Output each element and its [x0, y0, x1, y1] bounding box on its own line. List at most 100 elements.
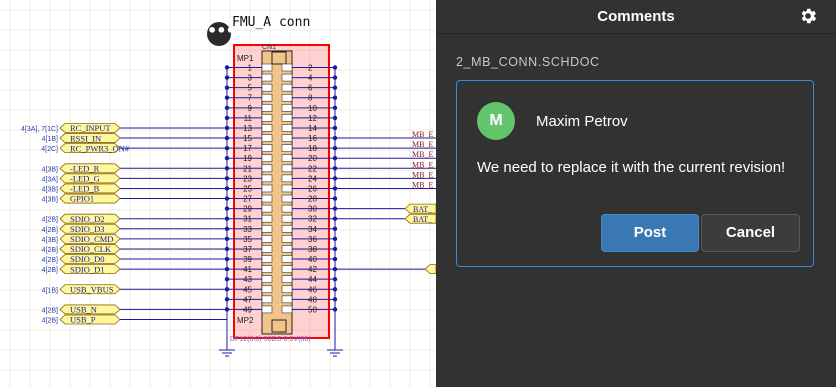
junction-dot [332, 105, 338, 111]
pin-pad [281, 164, 293, 173]
pin-pad [281, 63, 293, 72]
pin-number: 18 [308, 144, 317, 153]
mount-pin-label: MP1 [237, 54, 254, 63]
pin-number: 2 [308, 64, 313, 73]
panel-title: Comments [597, 8, 675, 25]
comment-text[interactable]: We need to replace it with the current r… [477, 156, 797, 179]
pin-number: 9 [248, 104, 253, 113]
pin-pad [261, 73, 273, 82]
pin-number: 33 [243, 225, 252, 234]
port-sheet-ref: 4[1B] [42, 136, 58, 143]
net-label: SDIO_D0 [70, 254, 104, 264]
pin-pad [261, 104, 273, 112]
pin-pad [261, 144, 273, 152]
pin-number: 26 [308, 184, 317, 193]
pin-pad [281, 214, 293, 223]
pin-number: 4 [308, 74, 313, 83]
pin-pad [261, 214, 273, 223]
junction-dot [332, 297, 338, 302]
net-label: USB_P [70, 315, 96, 325]
port-sheet-ref: 4[2C] [41, 146, 58, 153]
port-sheet-ref: 4[3B] [42, 186, 58, 193]
junction-dot [224, 65, 230, 70]
port-sheet-ref: 4[3A] [42, 176, 58, 183]
junction-dot [332, 125, 338, 131]
junction-dot [224, 105, 230, 111]
pin-pad [281, 184, 293, 193]
net-label: SDIO_D2 [70, 214, 104, 224]
pin-pad [261, 124, 273, 132]
pin-pad [261, 174, 273, 183]
pin-number: 27 [243, 195, 252, 204]
comments-panel: Comments 2_MB_CONN.SCHDOC M Maxim Petrov… [436, 0, 836, 387]
pin-number: 19 [243, 154, 252, 163]
pin-number: 30 [308, 205, 317, 214]
net-label: SDIO_CMD [70, 234, 113, 244]
pin-pad [281, 114, 293, 122]
pin-number: 35 [243, 235, 252, 244]
junction-dot [332, 256, 338, 262]
junction-dot [332, 75, 338, 80]
pin-number: 45 [243, 285, 252, 294]
junction-dot [224, 115, 230, 121]
pin-pad [281, 265, 293, 273]
pin-number: 40 [308, 255, 317, 264]
pin-pad [281, 224, 293, 233]
reference-designator: CN1 [262, 44, 276, 51]
pin-pad [261, 63, 273, 72]
net-label: USB_N [70, 305, 97, 315]
gear-icon[interactable] [798, 6, 818, 26]
pin-number: 20 [308, 154, 317, 163]
net-label: MB_E [412, 180, 433, 189]
pin-number: 42 [308, 265, 317, 274]
comment-card: M Maxim Petrov We need to replace it wit… [456, 80, 814, 267]
junction-dot [224, 85, 230, 90]
avatar: M [477, 102, 515, 140]
pin-pad [281, 255, 293, 263]
pin-number: 8 [308, 94, 313, 103]
mount-pin-label: MP2 [237, 316, 254, 325]
cancel-button[interactable]: Cancel [701, 214, 800, 252]
comment-marker-icon[interactable]: ••• [207, 22, 236, 46]
net-label: RC_INPUT [70, 123, 111, 133]
pin-pad [261, 305, 273, 314]
pin-number: 14 [308, 124, 317, 133]
pin-number: 23 [243, 174, 252, 183]
junction-dot [332, 196, 338, 201]
pin-number: 7 [248, 94, 253, 103]
schematic-canvas[interactable]: 1 3 5 7 9 11 13 15 17 19 21 23 25 27 29 31 33 35 37 39 41 43 4… [0, 0, 436, 387]
net-label: RSSI_IN [70, 133, 101, 143]
schematic-drawing: 1357911131517192123252729313335373941434… [0, 0, 436, 387]
port-sheet-ref: 4[3B] [42, 197, 58, 204]
pin-pad [261, 154, 273, 163]
pin-pad [281, 124, 293, 132]
net-label: MB_E [412, 170, 433, 179]
port-sheet-ref: 4[1B] [42, 287, 58, 294]
post-button[interactable]: Post [601, 214, 699, 252]
net-label: -LED_G [70, 174, 100, 184]
junction-dot [332, 236, 338, 242]
port-sheet-ref: 4[2B] [42, 217, 58, 224]
port-sheet-ref: 4[3A], 7[1C] [21, 126, 58, 133]
junction-dot [224, 206, 230, 211]
pin-number: 43 [243, 275, 252, 284]
net-label: MB_E [412, 150, 433, 159]
port-sheet-ref: 4[2B] [42, 247, 58, 254]
net-label: MB_E [412, 130, 433, 139]
pin-pad [261, 194, 273, 203]
pin-pad [281, 104, 293, 112]
pin-number: 21 [243, 164, 252, 173]
junction-dot [224, 95, 230, 100]
pin-number: 50 [308, 305, 317, 314]
pin-number: 29 [243, 205, 252, 214]
net-label: MB_E [412, 160, 433, 169]
pin-pad [261, 245, 273, 253]
pin-number: 49 [243, 305, 252, 314]
pin-number: 31 [243, 215, 252, 224]
pin-pad [261, 184, 273, 193]
document-name: 2_MB_CONN.SCHDOC [456, 55, 600, 69]
pin-pad [281, 235, 293, 243]
port-sheet-ref: 4[3B] [42, 237, 58, 244]
net-label: SDIO_CLK [70, 244, 112, 254]
junction-dot [332, 95, 338, 100]
